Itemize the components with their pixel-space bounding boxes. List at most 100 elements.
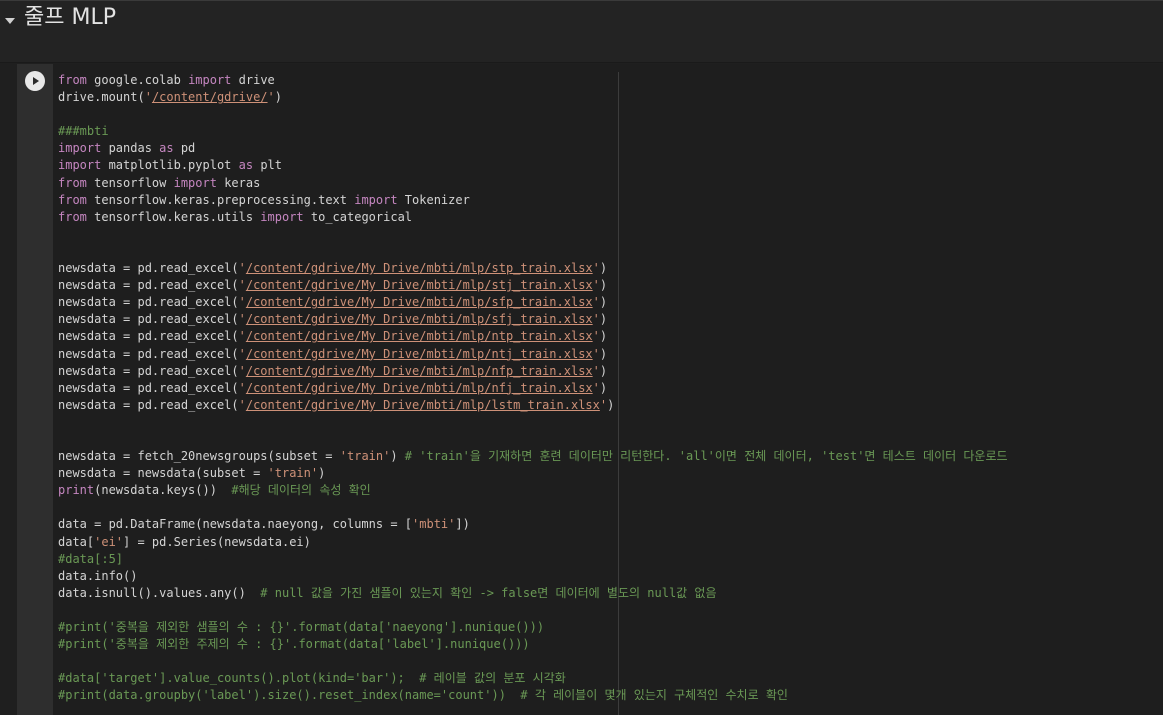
- code-line[interactable]: newsdata = pd.read_excel( '/content/gdriv…: [58, 294, 1008, 311]
- code-line[interactable]: print(newsdata.keys()) #해당 데이터의 속성 확인: [58, 482, 1008, 499]
- code-line[interactable]: #data[:5]: [58, 551, 1008, 568]
- code-token: matplotlib.pyplot: [101, 158, 239, 173]
- path-link[interactable]: /content/gdrive/My Drive/mbti/mlp/nfp_tr…: [246, 364, 593, 378]
- code-line[interactable]: [58, 226, 1008, 243]
- code-token: #print(data.groupby('label').size().rese…: [58, 688, 788, 703]
- path-link[interactable]: /content/gdrive/My Drive/mbti/mlp/sfp_tr…: [246, 295, 593, 309]
- code-line[interactable]: [58, 243, 1008, 260]
- code-line[interactable]: ###mbti: [58, 123, 1008, 140]
- caret-down-icon[interactable]: [4, 12, 16, 24]
- path-link[interactable]: /content/gdrive/My Drive/mbti/mlp/ntj_tr…: [246, 347, 593, 361]
- code-line[interactable]: data.info(): [58, 568, 1008, 585]
- code-line[interactable]: [58, 602, 1008, 619]
- code-token: ]): [455, 517, 470, 532]
- code-token: ': [592, 278, 600, 293]
- code-line[interactable]: data = pd.DataFrame(newsdata.naeyong, co…: [58, 516, 1008, 533]
- code-token: data = pd.DataFrame(newsdata.naeyong, co…: [58, 517, 413, 532]
- code-line[interactable]: [58, 414, 1008, 431]
- code-token: pandas: [101, 141, 160, 156]
- code-token: newsdata = pd.read_excel(: [58, 329, 239, 344]
- code-token: drive.mount(: [58, 90, 145, 105]
- code-token: ': [267, 90, 275, 105]
- play-icon: [33, 77, 39, 85]
- code-token: ': [592, 363, 600, 378]
- code-line[interactable]: from tensorflow import keras: [58, 175, 1008, 192]
- code-token: plt: [253, 158, 282, 173]
- code-token: 'mbti': [412, 517, 456, 532]
- code-line[interactable]: newsdata = pd.read_excel('/content/gdriv…: [58, 380, 1008, 397]
- top-divider: [0, 0, 1163, 1]
- code-line[interactable]: [58, 653, 1008, 670]
- code-token: #data['target'].value_counts().plot(kind…: [58, 671, 566, 686]
- code-token: data.info(): [58, 568, 138, 583]
- code-line[interactable]: data.isnull().values.any() # null 값을 가진 …: [58, 585, 1008, 602]
- code-token: import: [188, 73, 232, 87]
- code-token: ): [599, 363, 608, 378]
- path-link[interactable]: /content/gdrive/My Drive/mbti/mlp/nfj_tr…: [246, 381, 593, 395]
- code-line[interactable]: newsdata = pd.read_excel('/content/gdriv…: [58, 260, 1008, 277]
- code-line[interactable]: [58, 431, 1008, 448]
- code-token: ': [238, 363, 246, 378]
- code-line[interactable]: import pandas as pd: [58, 140, 1008, 157]
- run-cell-button[interactable]: [25, 71, 45, 91]
- code-line[interactable]: newsdata = pd.read_excel('/content/gdriv…: [58, 363, 1008, 380]
- code-token: from: [58, 192, 87, 207]
- path-link[interactable]: /content/gdrive/: [152, 90, 268, 104]
- code-editor[interactable]: from google.colab import drive drive.moun…: [53, 64, 1163, 715]
- code-token: newsdata = pd.read_excel(: [58, 278, 239, 293]
- code-line[interactable]: drive.mount('/content/gdrive/'): [58, 89, 1008, 106]
- code-token: newsdata = pd.read_excel(: [58, 397, 239, 412]
- code-token: newsdata = pd.read_excel(: [58, 295, 239, 310]
- section-header[interactable]: 줄프 MLP: [0, 0, 1163, 63]
- code-token: ): [607, 397, 615, 412]
- code-token: ': [592, 312, 600, 327]
- code-token: ': [238, 397, 246, 412]
- code-token: import: [260, 209, 304, 224]
- cell-gutter: [17, 64, 53, 715]
- code-token: ): [318, 466, 326, 481]
- path-link[interactable]: /content/gdrive/My Drive/mbti/mlp/ntp_tr…: [246, 329, 593, 343]
- code-token: newsdata = pd.read_excel(: [58, 312, 239, 327]
- code-line[interactable]: data['ei'] = pd.Series(newsdata.ei): [58, 534, 1008, 551]
- path-link[interactable]: /content/gdrive/My Drive/mbti/mlp/lstm_t…: [246, 398, 600, 412]
- code-token: ): [599, 380, 608, 395]
- code-line[interactable]: newsdata = pd.read_excel( '/content/gdriv…: [58, 277, 1008, 294]
- code-line[interactable]: from tensorflow.keras.preprocessing.text…: [58, 192, 1008, 209]
- code-line[interactable]: [58, 499, 1008, 516]
- code-token: from: [58, 209, 87, 224]
- path-link[interactable]: /content/gdrive/My Drive/mbti/mlp/stp_tr…: [246, 261, 593, 275]
- path-link[interactable]: /content/gdrive/My Drive/mbti/mlp/sfj_tr…: [246, 312, 593, 326]
- code-token: 'ei': [94, 534, 124, 549]
- code-line[interactable]: newsdata = newsdata(subset = 'train'): [58, 465, 1008, 482]
- code-content[interactable]: from google.colab import drive drive.moun…: [58, 72, 1008, 704]
- code-token: ] = pd.Series(newsdata.ei): [123, 534, 311, 549]
- code-line[interactable]: newsdata = pd.read_excel('/content/gdriv…: [58, 328, 1008, 345]
- code-line[interactable]: [58, 106, 1008, 123]
- code-line[interactable]: from google.colab import drive: [58, 72, 1008, 89]
- path-link[interactable]: /content/gdrive/My Drive/mbti/mlp/stj_tr…: [246, 278, 593, 292]
- code-token: #print('중복을 제외한 샘플의 수 : {}'.format(data[…: [58, 620, 545, 634]
- code-line[interactable]: from tensorflow.keras.utils import to_ca…: [58, 209, 1008, 226]
- code-line[interactable]: #print('중복을 제외한 샘플의 수 : {}'.format(data[…: [58, 619, 1008, 636]
- code-line[interactable]: #print(data.groupby('label').size().rese…: [58, 687, 1008, 704]
- code-line[interactable]: newsdata = pd.read_excel('/content/gdriv…: [58, 397, 1008, 414]
- code-token: # 'train'을 기재하면 훈련 데이터만 리턴한다. 'all'이면 전체…: [404, 449, 1008, 464]
- code-token: import: [58, 158, 102, 173]
- code-token: import: [354, 192, 398, 207]
- code-token: tensorflow: [86, 175, 174, 190]
- code-token: newsdata = newsdata(subset =: [58, 466, 268, 481]
- code-token: ': [592, 295, 600, 310]
- code-token: ): [390, 449, 405, 464]
- code-cell[interactable]: from google.colab import drive drive.moun…: [17, 64, 1163, 715]
- code-line[interactable]: newsdata = pd.read_excel('/content/gdriv…: [58, 346, 1008, 363]
- code-line[interactable]: import matplotlib.pyplot as plt: [58, 157, 1008, 174]
- code-line[interactable]: #data['target'].value_counts().plot(kind…: [58, 670, 1008, 687]
- section-title: 줄프 MLP: [24, 5, 116, 30]
- code-line[interactable]: newsdata = fetch_20newsgroups(subset = '…: [58, 448, 1008, 465]
- code-token: ': [592, 261, 600, 276]
- code-token: ): [599, 295, 608, 310]
- code-token: google.colab: [86, 73, 189, 87]
- code-line[interactable]: #print('중복을 제외한 주제의 수 : {}'.format(data[…: [58, 636, 1008, 653]
- code-token: keras: [216, 175, 261, 190]
- code-line[interactable]: newsdata = pd.read_excel( '/content/gdriv…: [58, 311, 1008, 328]
